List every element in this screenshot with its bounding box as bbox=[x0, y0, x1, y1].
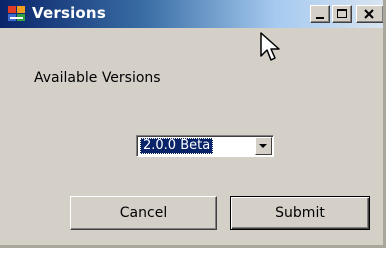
cancel-button[interactable]: Cancel bbox=[70, 196, 217, 230]
cancel-button-label: Cancel bbox=[119, 205, 168, 221]
dropdown-button[interactable] bbox=[255, 137, 272, 155]
title-bar[interactable]: Versions bbox=[0, 0, 383, 28]
submit-button[interactable]: Submit bbox=[230, 196, 370, 230]
window-title: Versions bbox=[32, 4, 106, 22]
maximize-button[interactable] bbox=[332, 5, 352, 23]
submit-button-label: Submit bbox=[275, 205, 325, 221]
versions-dialog: Versions Available Versions 2.0.0 Beta C… bbox=[0, 0, 386, 248]
minimize-icon bbox=[316, 17, 324, 19]
mouse-cursor-icon bbox=[260, 32, 280, 61]
version-select-value: 2.0.0 Beta bbox=[140, 138, 214, 154]
close-button[interactable] bbox=[356, 5, 383, 23]
screen: Versions Available Versions 2.0.0 Beta C… bbox=[0, 0, 390, 255]
app-icon bbox=[8, 6, 26, 22]
chevron-down-icon bbox=[259, 144, 267, 148]
available-versions-label: Available Versions bbox=[34, 70, 161, 86]
minimize-button[interactable] bbox=[310, 5, 330, 23]
version-select[interactable]: 2.0.0 Beta bbox=[136, 135, 274, 157]
close-icon bbox=[364, 9, 374, 19]
maximize-icon bbox=[337, 9, 347, 18]
